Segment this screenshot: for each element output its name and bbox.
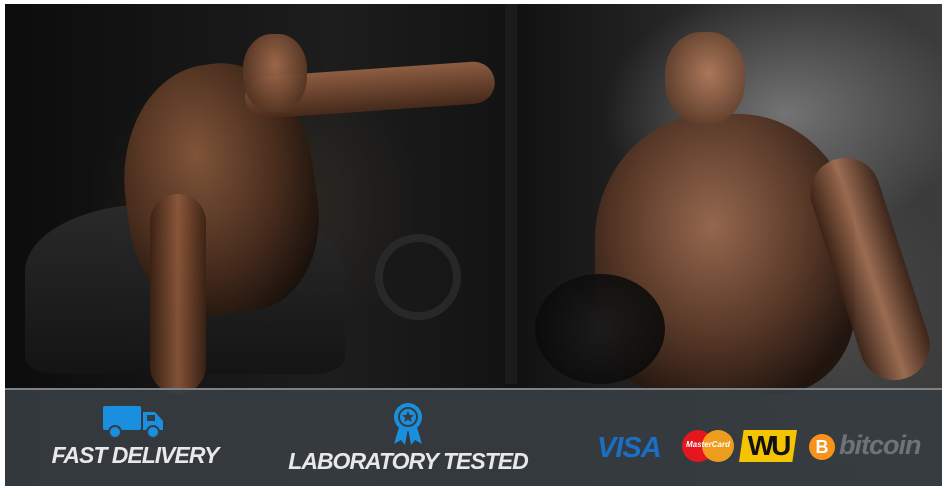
mastercard-text: MasterCard: [685, 440, 730, 449]
right-athlete-head: [665, 32, 745, 124]
delivery-truck-icon: [103, 406, 163, 439]
weight-plate: [375, 234, 461, 320]
feature-laboratory-tested: LABORATORY TESTED: [273, 390, 543, 486]
feature-fast-delivery: FAST DELIVERY: [35, 390, 235, 486]
gym-rack: [505, 4, 517, 384]
bitcoin-icon: B: [809, 434, 835, 460]
payment-methods: VISA MasterCard WU B bitcoin: [597, 430, 937, 470]
visa-logo: VISA: [597, 432, 662, 464]
dumbbell: [535, 274, 665, 384]
award-ribbon-icon: [394, 403, 422, 445]
mastercard-logo: MasterCard: [682, 430, 734, 462]
left-athlete-forearm: [150, 194, 206, 394]
laboratory-tested-label: LABORATORY TESTED: [288, 448, 528, 474]
western-union-logo: WU: [739, 430, 797, 462]
hero-banner: FAST DELIVERY LABORATORY TESTED VISA Mas…: [5, 4, 942, 486]
bitcoin-logo-text: bitcoin: [839, 430, 921, 460]
fast-delivery-label: FAST DELIVERY: [51, 442, 220, 468]
left-athlete-head: [243, 34, 307, 112]
features-bar: FAST DELIVERY LABORATORY TESTED VISA Mas…: [5, 388, 942, 486]
